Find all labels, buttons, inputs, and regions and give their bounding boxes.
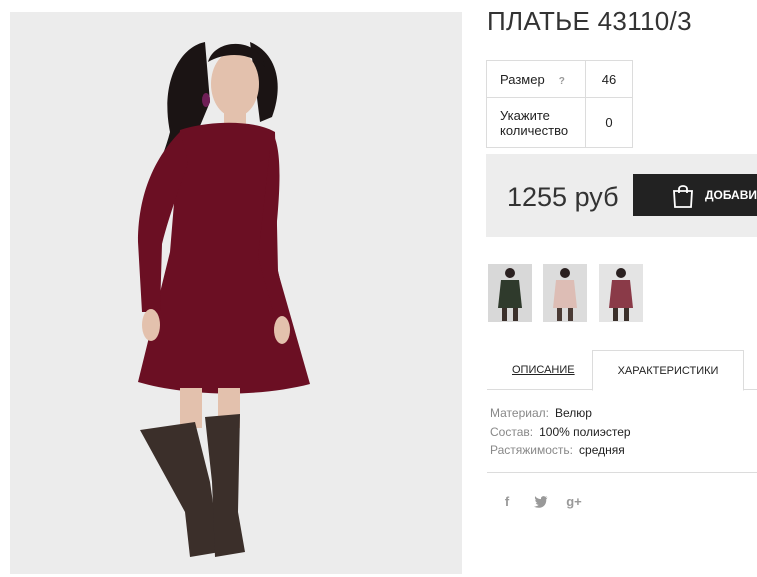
add-to-cart-label: ДОБАВИТЬ В КОРЗИНУ: [705, 188, 757, 202]
thumbnail-pink[interactable]: [543, 264, 587, 322]
characteristic-row: Состав: 100% полиэстер: [490, 423, 631, 442]
social-divider: [487, 472, 757, 473]
characteristic-row: Растяжимость: средняя: [490, 441, 631, 460]
size-help-icon[interactable]: ?: [559, 76, 565, 87]
buy-box: 1255 руб ДОБАВИТЬ В КОРЗИНУ: [486, 154, 757, 237]
product-title: ПЛАТЬЕ 43110/3: [487, 6, 692, 36]
facebook-icon[interactable]: f: [497, 492, 517, 512]
shopping-bag-icon: [671, 183, 695, 214]
add-to-cart-button[interactable]: ДОБАВИТЬ В КОРЗИНУ: [633, 174, 757, 216]
characteristics-list: Материал: Велюр Состав: 100% полиэстер Рас…: [490, 404, 631, 460]
characteristic-key: Состав:: [490, 424, 534, 439]
tab-characteristics[interactable]: ХАРАКТЕРИСТИКИ: [592, 350, 744, 391]
model-illustration: [10, 12, 462, 574]
characteristic-key: Материал:: [490, 406, 549, 420]
characteristic-value: Велюр: [554, 406, 592, 420]
quantity-label: Укажите количество: [486, 97, 586, 148]
characteristic-value: средняя: [579, 443, 625, 457]
characteristic-row: Материал: Велюр: [490, 404, 631, 423]
size-select[interactable]: 46: [585, 60, 633, 98]
twitter-icon[interactable]: [531, 492, 551, 512]
tab-description[interactable]: ОПИСАНИЕ: [512, 350, 575, 390]
thumbnail-burgundy[interactable]: [599, 264, 643, 322]
size-label-cell: Размер?: [486, 60, 586, 98]
product-main-image[interactable]: [10, 12, 462, 574]
options-table: Размер? 46 Укажите количество 0: [486, 60, 633, 148]
google-plus-icon[interactable]: g+: [564, 492, 584, 512]
size-row: Размер? 46: [486, 60, 633, 98]
quantity-input[interactable]: 0: [585, 97, 633, 148]
quantity-row: Укажите количество 0: [486, 97, 633, 148]
thumbnail-green[interactable]: [488, 264, 532, 322]
characteristic-value: 100% полиэстер: [539, 424, 631, 439]
price: 1255 руб: [507, 182, 619, 212]
characteristic-key: Растяжимость:: [490, 443, 574, 457]
size-label: Размер: [500, 71, 545, 87]
